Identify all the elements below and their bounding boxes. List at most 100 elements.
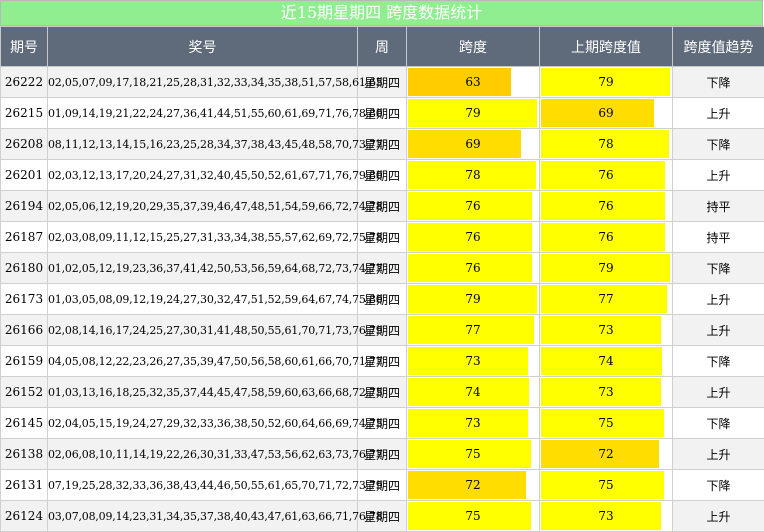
span-value-label: 75 [598,416,613,430]
span-value-label: 76 [598,230,613,244]
trend-cell: 上升 [673,315,764,346]
table-row: 2613107,19,25,28,32,33,36,38,43,44,46,50… [1,470,764,501]
span-value-label: 75 [598,478,613,492]
prev-span-bar-cell: 76 [540,222,673,253]
span-value-label: 79 [598,75,613,89]
weekday-cell: 星期四 [358,222,407,253]
span-bar-cell: 72 [407,470,540,501]
header-trend: 跨度值趋势 [673,27,764,67]
prev-span-bar-cell: 79 [540,67,673,98]
prev-span-bar-cell: 73 [540,501,673,532]
span-value-label: 73 [598,509,613,523]
weekday-cell: 星期四 [358,160,407,191]
span-bar-cell: 63 [407,67,540,98]
trend-cell: 下降 [673,129,764,160]
header-weekday: 周 [358,27,407,67]
period-cell: 26208 [1,129,48,160]
span-value-label: 75 [465,447,480,461]
trend-cell: 上升 [673,377,764,408]
span-value-label: 73 [465,354,480,368]
period-cell: 26138 [1,439,48,470]
table-row: 2618001,02,05,12,19,23,36,37,41,42,50,53… [1,253,764,284]
period-cell: 26222 [1,67,48,98]
prev-span-bar-cell: 72 [540,439,673,470]
trend-cell: 持平 [673,222,764,253]
weekday-cell: 星期四 [358,470,407,501]
period-cell: 26152 [1,377,48,408]
table-row: 2618702,03,08,09,11,12,15,25,27,31,33,34… [1,222,764,253]
span-table: 期号 奖号 周 跨度 上期跨度值 跨度值趋势 2622202,05,07,09,… [0,26,764,532]
weekday-cell: 星期四 [358,439,407,470]
weekday-cell: 星期四 [358,501,407,532]
period-cell: 26166 [1,315,48,346]
span-value-label: 72 [465,478,480,492]
period-cell: 26194 [1,191,48,222]
numbers-cell: 08,11,12,13,14,15,16,23,25,28,34,37,38,4… [48,129,358,160]
span-value-label: 74 [598,354,613,368]
prev-span-bar-cell: 75 [540,408,673,439]
period-cell: 26173 [1,284,48,315]
table-row: 2615904,05,08,12,22,23,26,27,35,39,47,50… [1,346,764,377]
span-value-label: 79 [465,292,480,306]
table-row: 2619402,05,06,12,19,20,29,35,37,39,46,47… [1,191,764,222]
weekday-cell: 星期四 [358,67,407,98]
prev-span-bar-cell: 76 [540,191,673,222]
span-value-label: 72 [598,447,613,461]
header-period: 期号 [1,27,48,67]
table-row: 2621501,09,14,19,21,22,24,27,36,41,44,51… [1,98,764,129]
table-title: 近15期星期四 跨度数据统计 [0,0,763,26]
trend-cell: 持平 [673,191,764,222]
trend-cell: 下降 [673,346,764,377]
period-cell: 26159 [1,346,48,377]
span-value-label: 73 [465,416,480,430]
numbers-cell: 01,03,13,16,18,25,32,35,37,44,45,47,58,5… [48,377,358,408]
numbers-cell: 02,04,05,15,19,24,27,29,32,33,36,38,50,5… [48,408,358,439]
table-row: 2613802,06,08,10,11,14,19,22,26,30,31,33… [1,439,764,470]
span-value-label: 78 [465,168,480,182]
span-value-label: 77 [598,292,613,306]
span-bar-cell: 78 [407,160,540,191]
prev-span-bar-cell: 79 [540,253,673,284]
numbers-cell: 04,05,08,12,22,23,26,27,35,39,47,50,56,5… [48,346,358,377]
trend-cell: 上升 [673,98,764,129]
weekday-cell: 星期四 [358,377,407,408]
numbers-cell: 02,03,08,09,11,12,15,25,27,31,33,34,38,5… [48,222,358,253]
span-value-label: 75 [465,509,480,523]
span-value-label: 69 [465,137,480,151]
prev-span-bar-cell: 74 [540,346,673,377]
prev-span-bar-cell: 77 [540,284,673,315]
table-row: 2616602,08,14,16,17,24,25,27,30,31,41,48… [1,315,764,346]
table-row: 2620102,03,12,13,17,20,24,27,31,32,40,45… [1,160,764,191]
period-cell: 26145 [1,408,48,439]
numbers-cell: 02,05,07,09,17,18,21,25,28,31,32,33,34,3… [48,67,358,98]
header-prev-span: 上期跨度值 [540,27,673,67]
numbers-cell: 03,07,08,09,14,23,31,34,35,37,38,40,43,4… [48,501,358,532]
span-bar-fill [408,68,511,96]
numbers-cell: 01,09,14,19,21,22,24,27,36,41,44,51,55,6… [48,98,358,129]
numbers-cell: 02,08,14,16,17,24,25,27,30,31,41,48,50,5… [48,315,358,346]
span-value-label: 73 [598,385,613,399]
period-cell: 26124 [1,501,48,532]
weekday-cell: 星期四 [358,253,407,284]
span-value-label: 63 [465,75,480,89]
span-bar-cell: 69 [407,129,540,160]
table-row: 2615201,03,13,16,18,25,32,35,37,44,45,47… [1,377,764,408]
prev-span-bar-cell: 75 [540,470,673,501]
span-value-label: 78 [598,137,613,151]
span-value-label: 73 [598,323,613,337]
period-cell: 26180 [1,253,48,284]
span-bar-cell: 76 [407,191,540,222]
span-bar-cell: 74 [407,377,540,408]
span-value-label: 76 [465,230,480,244]
numbers-cell: 07,19,25,28,32,33,36,38,43,44,46,50,55,6… [48,470,358,501]
weekday-cell: 星期四 [358,129,407,160]
span-bar-cell: 73 [407,346,540,377]
table-row: 2620808,11,12,13,14,15,16,23,25,28,34,37… [1,129,764,160]
weekday-cell: 星期四 [358,346,407,377]
span-bar-cell: 75 [407,439,540,470]
table-row: 2617301,03,05,08,09,12,19,24,27,30,32,47… [1,284,764,315]
prev-span-bar-cell: 73 [540,377,673,408]
span-bar-cell: 73 [407,408,540,439]
span-value-label: 76 [598,199,613,213]
trend-cell: 下降 [673,470,764,501]
